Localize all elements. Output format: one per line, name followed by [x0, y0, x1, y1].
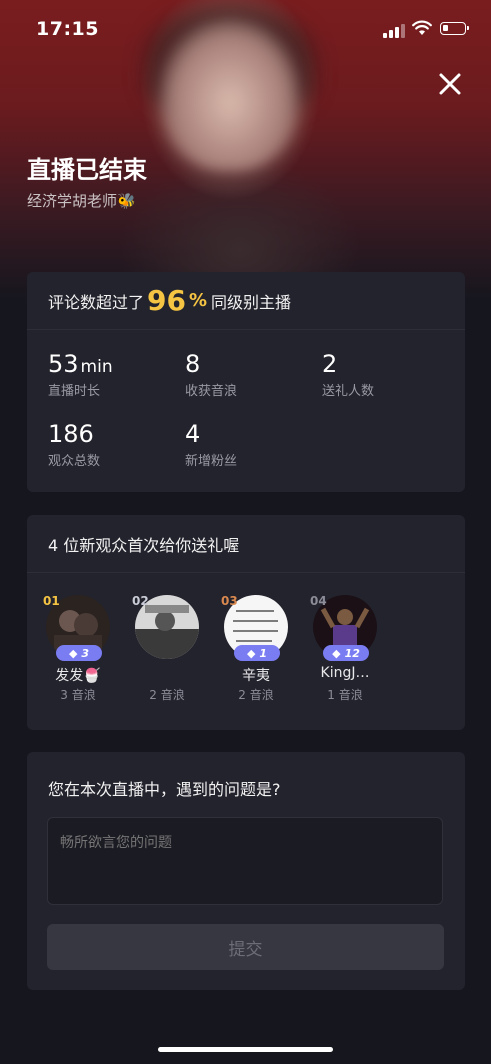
stat-value: 4: [185, 420, 201, 448]
stat-label: 收获音浪: [185, 384, 238, 399]
close-button[interactable]: [432, 66, 468, 102]
streamer-name: 经济学胡老师🐝: [27, 192, 136, 210]
gift-giver[interactable]: 04 ◆ 12 KingJ… 1 音浪: [305, 594, 385, 703]
submit-button[interactable]: 提交: [47, 924, 444, 970]
stat-label: 新增粉丝: [185, 454, 238, 469]
comment-rank-suffix: 同级别主播: [211, 292, 292, 312]
gift-badge: ◆ 1: [234, 645, 280, 661]
badge-count: 1: [259, 646, 268, 660]
home-indicator[interactable]: [158, 1047, 333, 1052]
gifts-card: 4 位新观众首次给你送礼喔 01 ◆3 发发🍧 3 音浪 02 2 音浪 03: [27, 515, 465, 730]
comment-rank-percent: 96: [147, 284, 186, 317]
giver-name: [127, 665, 207, 685]
stat-value: 8: [185, 350, 201, 378]
rank-label: 01: [43, 594, 60, 608]
status-time: 17:15: [36, 18, 99, 40]
stat-label: 直播时长: [48, 384, 101, 399]
stat-label: 观众总数: [48, 454, 101, 469]
comment-rank-prefix: 评论数超过了: [48, 292, 145, 312]
stat-label: 送礼人数: [322, 384, 375, 399]
giver-name: 辛夷: [242, 668, 270, 684]
badge-count: 12: [344, 646, 360, 660]
rank-label: 03: [221, 594, 238, 608]
gift-giver[interactable]: 02 2 音浪: [127, 594, 207, 703]
gift-badge: ◆ 3: [56, 645, 102, 661]
stat-sound-waves: 8 收获音浪: [185, 350, 237, 399]
feedback-input[interactable]: [47, 817, 443, 905]
giver-name: KingJ…: [320, 665, 370, 681]
diamond-icon: ◆: [246, 646, 256, 660]
stat-value: 2: [322, 350, 338, 378]
gifts-title: 4 位新观众首次给你送礼喔: [27, 515, 465, 573]
giver-sound-waves: 2 音浪: [238, 688, 274, 702]
signal-icon: [383, 24, 405, 38]
gift-giver[interactable]: 03 ◆ 1 辛夷 2 音浪: [216, 594, 296, 703]
rank-label: 02: [132, 594, 149, 608]
stat-duration: 53 min 直播时长: [48, 350, 113, 399]
stat-value: 186: [48, 420, 94, 448]
stat-new-fans: 4 新增粉丝: [185, 420, 237, 469]
stat-viewers: 186 观众总数: [48, 420, 100, 469]
comment-rank-line: 评论数超过了 96 % 同级别主播: [27, 272, 465, 330]
status-bar: 17:15: [0, 0, 491, 58]
badge-count: 3: [81, 646, 90, 660]
rank-label: 04: [310, 594, 327, 608]
wifi-icon: [412, 20, 432, 35]
feedback-card: 您在本次直播中，遇到的问题是? 提交: [27, 752, 465, 990]
comment-rank-percent-sign: %: [188, 290, 208, 311]
close-icon: [439, 73, 461, 95]
giver-sound-waves: 3 音浪: [60, 688, 96, 702]
giver-name: 发发🍧: [55, 668, 101, 684]
stat-unit: min: [80, 357, 113, 377]
stats-card: 评论数超过了 96 % 同级别主播 53 min 直播时长 8 收获音浪 2 送礼…: [27, 272, 465, 492]
giver-sound-waves: 1 音浪: [327, 688, 363, 702]
gift-giver[interactable]: 01 ◆ 3 发发🍧 3 音浪: [38, 594, 118, 703]
diamond-icon: ◆: [68, 646, 78, 660]
feedback-question: 您在本次直播中，遇到的问题是?: [48, 780, 281, 799]
battery-level: [443, 25, 448, 31]
page-title: 直播已结束: [27, 156, 147, 184]
giver-sound-waves: 2 音浪: [149, 688, 185, 702]
stat-value: 53: [48, 350, 79, 378]
stat-gifters: 2 送礼人数: [322, 350, 374, 399]
battery-icon: [440, 22, 469, 35]
diamond-icon: ◆: [332, 646, 341, 660]
gift-badge: ◆ 12: [323, 645, 369, 661]
